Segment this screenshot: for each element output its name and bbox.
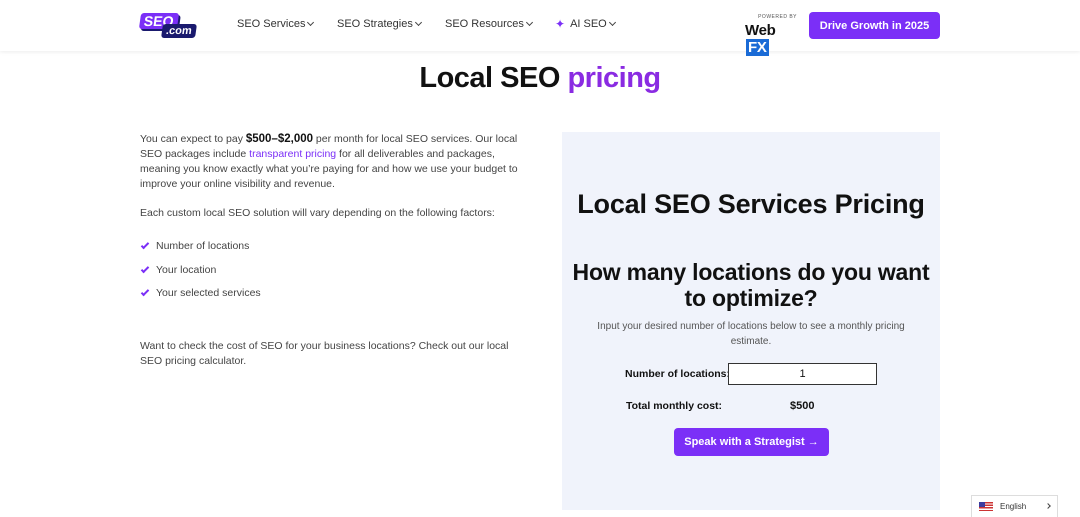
checkmark-icon [140, 241, 150, 250]
calculator-heading: Local SEO Services Pricing [577, 189, 925, 219]
nav-label: SEO Services [237, 18, 306, 30]
checkmark-icon [140, 264, 150, 273]
chevron-down-icon [608, 18, 616, 27]
language-selector[interactable]: English [971, 495, 1058, 517]
list-item: Number of locations [140, 235, 525, 259]
chevron-down-icon [307, 18, 315, 27]
nav-seo-strategies[interactable]: SEO Strategies [337, 18, 445, 30]
nav-label: AI SEO [570, 18, 607, 30]
chevron-down-icon [414, 18, 422, 27]
transparent-pricing-link[interactable]: transparent pricing [249, 148, 336, 160]
calculator-description: Input your desired number of locations b… [597, 321, 905, 347]
webfx-wordmark: WebFX [745, 22, 799, 56]
list-item: Your location [140, 259, 525, 283]
main-nav: SEO Services SEO Strategies SEO Resource… [237, 16, 616, 31]
language-label: English [1000, 502, 1027, 511]
locations-input[interactable] [728, 363, 877, 385]
title-accent: pricing [567, 62, 661, 94]
list-item: Your selected services [140, 282, 525, 306]
pricing-intro: You can expect to pay $500–$2,000 per mo… [140, 132, 525, 383]
factors-list: Number of locations Your location Your s… [140, 235, 525, 306]
factors-intro: Each custom local SEO solution will vary… [140, 207, 495, 219]
nav-seo-resources[interactable]: SEO Resources [445, 18, 555, 30]
site-header: SEO .com SEO Services SEO Strategies SEO… [0, 0, 1080, 56]
locations-label: Number of locations: [625, 368, 731, 380]
chevron-down-icon [525, 18, 533, 27]
seo-com-logo[interactable]: SEO .com [138, 13, 197, 38]
calculator-prompt: Want to check the cost of SEO for your b… [140, 339, 509, 367]
us-flag-icon [979, 502, 993, 511]
page-title: Local SEO pricing [0, 62, 1080, 95]
checkmark-icon [140, 288, 150, 297]
nav-seo-services[interactable]: SEO Services [237, 18, 337, 30]
intro-paragraph: You can expect to pay $500–$2,000 per mo… [140, 133, 518, 190]
sparkle-icon: ✦ [555, 16, 566, 31]
pricing-calculator: Local SEO Services Pricing How many loca… [562, 132, 940, 510]
nav-ai-seo[interactable]: ✦ AI SEO [555, 16, 616, 31]
webfx-web: Web [745, 22, 776, 39]
webfx-fx: FX [746, 39, 769, 56]
powered-by-label: POWERED BY [758, 14, 797, 20]
price-range: $500–$2,000 [245, 133, 314, 145]
chevron-right-icon [1045, 503, 1051, 509]
monthly-cost-value: $500 [790, 400, 815, 412]
title-main: Local SEO [419, 62, 568, 94]
speak-with-strategist-button[interactable]: Speak with a Strategist → [674, 428, 829, 456]
nav-label: SEO Resources [445, 18, 524, 30]
webfx-logo[interactable]: POWERED BY WebFX [745, 14, 799, 56]
calculator-question: How many locations do you want to optimi… [572, 259, 930, 311]
monthly-cost-label: Total monthly cost: [626, 400, 723, 412]
drive-growth-button[interactable]: Drive Growth in 2025 [809, 12, 940, 39]
logo-dotcom: .com [161, 24, 197, 38]
nav-label: SEO Strategies [337, 18, 413, 30]
